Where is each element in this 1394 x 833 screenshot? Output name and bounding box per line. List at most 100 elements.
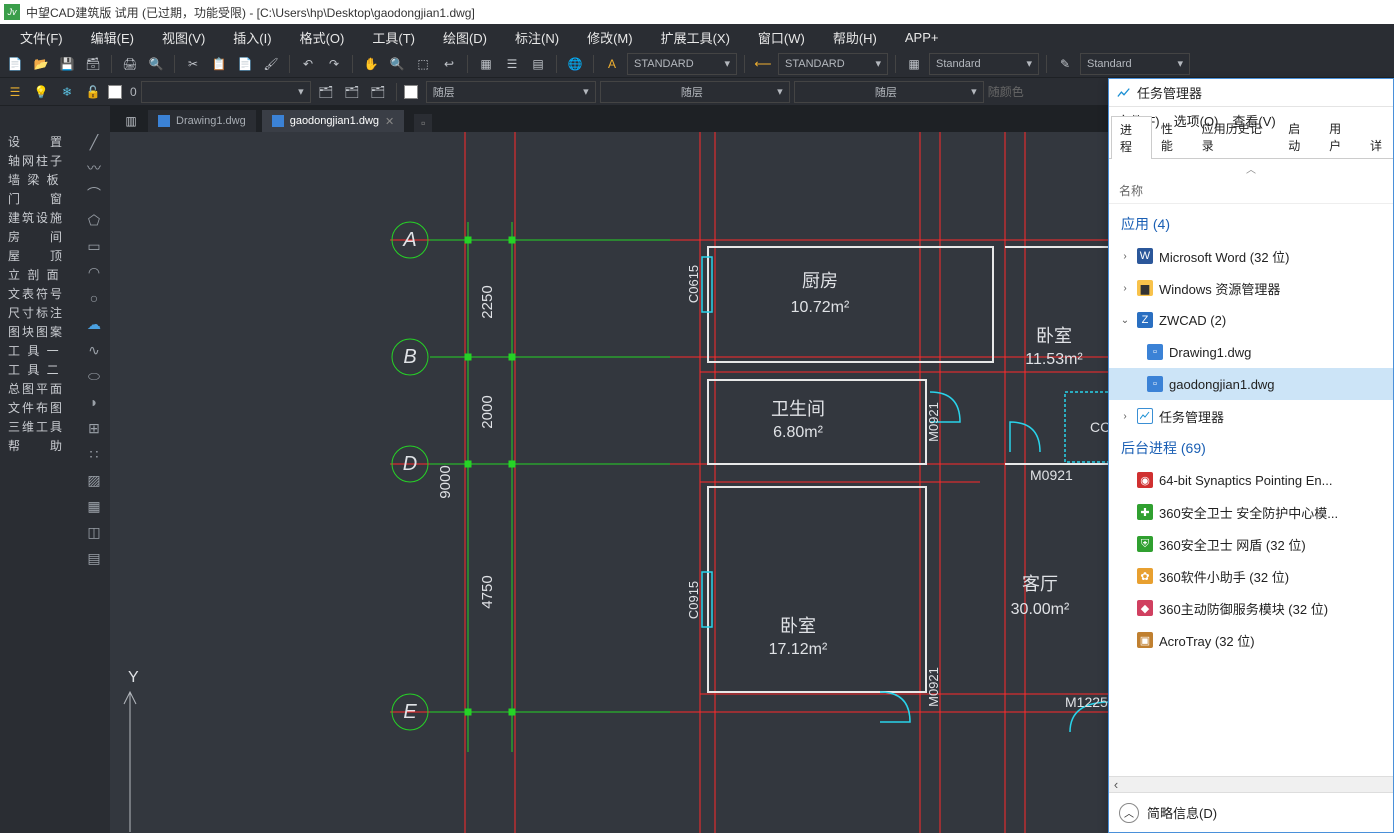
sidebar-item-7[interactable]: 立 剖 面	[0, 265, 78, 284]
tm-titlebar[interactable]: 任务管理器	[1109, 79, 1393, 107]
tm-row-drawing1[interactable]: ▫ Drawing1.dwg	[1109, 336, 1393, 368]
dimstyle-dropdown[interactable]: STANDARD▾	[778, 53, 888, 75]
redo-icon[interactable]: ↷	[323, 53, 345, 75]
sidebar-item-15[interactable]: 三维工具	[0, 417, 78, 436]
layerstate3-icon[interactable]: 🗂	[367, 81, 389, 103]
region-icon[interactable]: ◫	[82, 520, 106, 544]
line-icon[interactable]: ╱	[82, 130, 106, 154]
menu-dim[interactable]: 标注(N)	[501, 24, 573, 51]
mleader-icon[interactable]: ✎	[1054, 53, 1076, 75]
arc2-icon[interactable]: ◠	[82, 260, 106, 284]
match-icon[interactable]: 🖌	[260, 53, 282, 75]
sidebar-item-16[interactable]: 帮 助	[0, 436, 78, 455]
linetype-dropdown[interactable]: 随层▾	[600, 81, 790, 103]
sidebar-item-2[interactable]: 墙 梁 板	[0, 170, 78, 189]
sidebar-item-1[interactable]: 轴网柱子	[0, 151, 78, 170]
menu-format[interactable]: 格式(O)	[286, 24, 359, 51]
freeze-icon[interactable]: ❄	[56, 81, 78, 103]
tm-row-acrotray[interactable]: ▣ AcroTray (32 位)	[1109, 624, 1393, 656]
sidebar-item-5[interactable]: 房 间	[0, 227, 78, 246]
gradient-icon[interactable]: ▦	[82, 494, 106, 518]
sidebar-item-11[interactable]: 工 具 一	[0, 341, 78, 360]
tablestyle-dropdown[interactable]: Standard▾	[929, 53, 1039, 75]
tm-row-zwcad[interactable]: ⌄ Z ZWCAD (2)	[1109, 304, 1393, 336]
expand-icon[interactable]: ›	[1119, 251, 1131, 262]
text-style-icon[interactable]: A	[601, 53, 623, 75]
mleaderstyle-dropdown[interactable]: Standard▾	[1080, 53, 1190, 75]
menu-file[interactable]: 文件(F)	[6, 24, 77, 51]
tab-0[interactable]: Drawing1.dwg	[148, 110, 256, 132]
print-icon[interactable]: 🖨	[119, 53, 141, 75]
expand-icon[interactable]: ›	[1119, 283, 1131, 294]
sidebar-item-0[interactable]: 设 置	[0, 132, 78, 151]
globe-icon[interactable]: 🌐	[564, 53, 586, 75]
menu-tools[interactable]: 工具(T)	[358, 24, 429, 51]
menu-help[interactable]: 帮助(H)	[819, 24, 891, 51]
cut-icon[interactable]: ✂	[182, 53, 204, 75]
zoom-icon[interactable]: 🔍	[386, 53, 408, 75]
lineweight-dropdown[interactable]: 随层▾	[794, 81, 984, 103]
paste-icon[interactable]: 📄	[234, 53, 256, 75]
sidebar-item-14[interactable]: 文件布图	[0, 398, 78, 417]
sidebar-item-12[interactable]: 工 具 二	[0, 360, 78, 379]
new-icon[interactable]: 📄	[4, 53, 26, 75]
menu-modify[interactable]: 修改(M)	[573, 24, 647, 51]
saveall-icon[interactable]: 🗃	[82, 53, 104, 75]
copy-icon[interactable]: 📋	[208, 53, 230, 75]
tm-row-explorer[interactable]: › ▆ Windows 资源管理器	[1109, 272, 1393, 304]
menu-insert[interactable]: 插入(I)	[219, 24, 285, 51]
point-icon[interactable]: ∷	[82, 442, 106, 466]
menu-window[interactable]: 窗口(W)	[744, 24, 819, 51]
dim-style-icon[interactable]: ⟵	[752, 53, 774, 75]
tm-row-word[interactable]: › W Microsoft Word (32 位)	[1109, 240, 1393, 272]
new-tab-button[interactable]: ▫	[414, 114, 432, 132]
ellipsearc-icon[interactable]: ◗	[82, 390, 106, 414]
menu-ext[interactable]: 扩展工具(X)	[647, 24, 744, 51]
tm-row-360safe[interactable]: ✚ 360安全卫士 安全防护中心模...	[1109, 496, 1393, 528]
lock-icon[interactable]: 🔓	[82, 81, 104, 103]
zoomprev-icon[interactable]: ↩	[438, 53, 460, 75]
tab-1[interactable]: gaodongjian1.dwg ✕	[262, 110, 405, 132]
tm-row-360wd[interactable]: ⛨ 360安全卫士 网盾 (32 位)	[1109, 528, 1393, 560]
tm-row-360def[interactable]: ◆ 360主动防御服务模块 (32 位)	[1109, 592, 1393, 624]
tm-tab-details[interactable]: 详	[1361, 132, 1391, 158]
layer-icon[interactable]: ▦	[475, 53, 497, 75]
tab-panel-icon[interactable]: ▥	[120, 110, 142, 132]
tm-tab-startup[interactable]: 启动	[1279, 115, 1320, 158]
scroll-left-icon[interactable]: ‹	[1109, 778, 1123, 792]
layerstate2-icon[interactable]: 🗂	[341, 81, 363, 103]
tm-row-gaodongjian[interactable]: ▫ gaodongjian1.dwg	[1109, 368, 1393, 400]
task-manager-window[interactable]: 任务管理器 文件(F) 选项(O) 查看(V) 进程 性能 应用历史记录 启动 …	[1108, 78, 1394, 833]
tm-horizontal-scrollbar[interactable]: ‹	[1109, 776, 1393, 792]
block-icon[interactable]: ⊞	[82, 416, 106, 440]
tm-tab-performance[interactable]: 性能	[1152, 115, 1193, 158]
tm-collapse-icon[interactable]: ︿	[1109, 159, 1393, 178]
menu-draw[interactable]: 绘图(D)	[429, 24, 501, 51]
tm-row-taskmgr[interactable]: › 任务管理器	[1109, 400, 1393, 432]
textstyle-dropdown[interactable]: STANDARD▾	[627, 53, 737, 75]
rect-icon[interactable]: ▭	[82, 234, 106, 258]
tm-tab-users[interactable]: 用户	[1320, 115, 1361, 158]
menu-edit[interactable]: 编辑(E)	[77, 24, 148, 51]
tm-more-details[interactable]: 简略信息(D)	[1147, 803, 1217, 822]
revcloud-icon[interactable]: ☁	[82, 312, 106, 336]
sidebar-item-9[interactable]: 尺寸标注	[0, 303, 78, 322]
open-icon[interactable]: 📂	[30, 53, 52, 75]
close-icon[interactable]: ✕	[385, 115, 394, 128]
sidebar-item-13[interactable]: 总图平面	[0, 379, 78, 398]
ellipse-icon[interactable]: ⬭	[82, 364, 106, 388]
collapse-icon[interactable]: ⌄	[1119, 315, 1131, 326]
tm-tab-processes[interactable]: 进程	[1111, 116, 1152, 159]
zoomwin-icon[interactable]: ⬚	[412, 53, 434, 75]
tm-row-360helper[interactable]: ✿ 360软件小助手 (32 位)	[1109, 560, 1393, 592]
pline-icon[interactable]: 〰	[82, 156, 106, 180]
preview-icon[interactable]: 🔍	[145, 53, 167, 75]
color-dropdown[interactable]: 随层▾	[426, 81, 596, 103]
expand-icon[interactable]: ›	[1119, 411, 1131, 422]
layer2-icon[interactable]: ☰	[501, 53, 523, 75]
hatch-icon[interactable]: ▨	[82, 468, 106, 492]
menu-app[interactable]: APP+	[891, 26, 953, 49]
sidebar-item-8[interactable]: 文表符号	[0, 284, 78, 303]
tm-row-synaptics[interactable]: ◉ 64-bit Synaptics Pointing En...	[1109, 464, 1393, 496]
arc-icon[interactable]: ⌒	[82, 182, 106, 206]
